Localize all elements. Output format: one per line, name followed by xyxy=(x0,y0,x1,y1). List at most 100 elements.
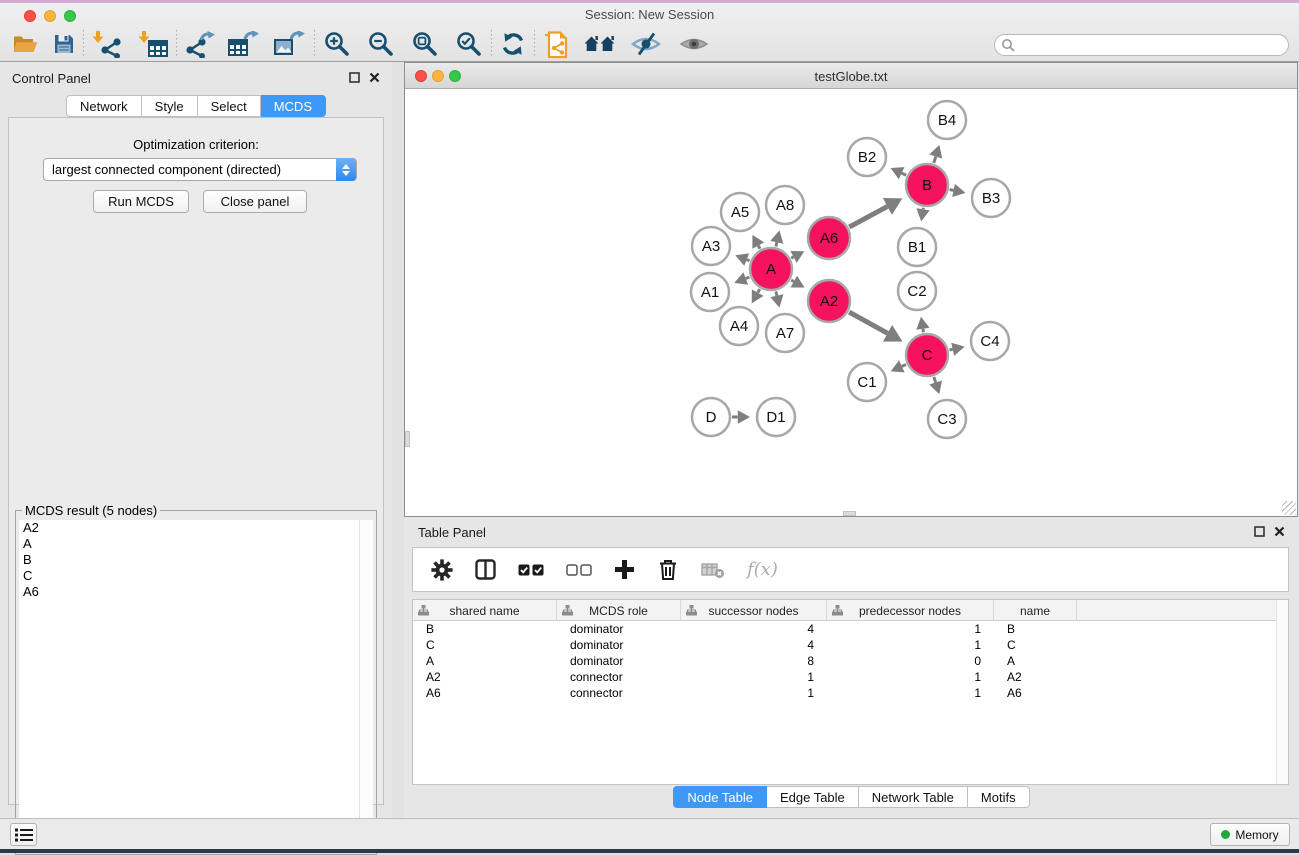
graph-edge[interactable] xyxy=(758,289,760,293)
tab-node-table[interactable]: Node Table xyxy=(673,786,767,808)
table-toolbar: f(x) xyxy=(412,547,1289,592)
graph-edge[interactable] xyxy=(902,173,907,175)
network-canvas[interactable]: B4B2BB3A5A8A6A3B1AA1C2A2A4A7C4CC1DD1C3 xyxy=(405,89,1297,516)
show-columns-icon[interactable] xyxy=(475,559,496,580)
mcds-result-item[interactable]: A xyxy=(19,536,359,552)
table-panel-title: Table Panel xyxy=(418,525,486,540)
zoom-selected-button[interactable] xyxy=(455,29,483,59)
tab-network[interactable]: Network xyxy=(66,95,142,117)
graph-edge[interactable] xyxy=(849,312,887,333)
graph-edge[interactable] xyxy=(949,349,952,350)
mcds-result-item[interactable]: A6 xyxy=(19,584,359,600)
export-table-button[interactable] xyxy=(228,29,260,59)
column-header-shared-name[interactable]: shared name xyxy=(413,600,557,621)
graph-edge[interactable] xyxy=(747,260,750,261)
graph-edge[interactable] xyxy=(934,157,936,164)
column-header-predecessor-nodes[interactable]: predecessor nodes xyxy=(827,600,994,621)
table-cell: dominator xyxy=(557,654,681,668)
graph-node-label: A6 xyxy=(820,230,838,247)
network-window-titlebar[interactable]: testGlobe.txt xyxy=(405,63,1297,89)
eye-icon xyxy=(678,32,710,56)
close-table-panel-icon[interactable] xyxy=(1274,526,1285,537)
show-all-networks-button[interactable] xyxy=(584,29,616,59)
add-column-icon[interactable] xyxy=(614,559,635,580)
graph-edge[interactable] xyxy=(902,364,906,366)
resize-grip-icon[interactable] xyxy=(1282,501,1296,515)
table-cell: 1 xyxy=(681,686,827,700)
graph-edge[interactable] xyxy=(950,190,954,191)
table-row[interactable]: A6connector11A6 xyxy=(413,685,1288,701)
save-session-button[interactable] xyxy=(53,29,75,59)
deselect-all-icon[interactable] xyxy=(566,564,592,576)
close-panel-icon[interactable] xyxy=(369,72,380,83)
export-image-icon xyxy=(274,31,306,58)
show-graphics-details-button[interactable] xyxy=(678,29,710,59)
search-input[interactable] xyxy=(994,34,1289,56)
run-mcds-button[interactable]: Run MCDS xyxy=(93,190,189,213)
table-cell: C xyxy=(413,638,557,652)
delete-column-icon[interactable] xyxy=(657,558,679,581)
table-scrollbar-track[interactable] xyxy=(1276,600,1288,784)
splitter-handle-bottom[interactable] xyxy=(843,511,856,516)
table-row[interactable]: Adominator80A xyxy=(413,653,1288,669)
zoom-fit-button[interactable] xyxy=(411,29,439,59)
result-scrollbar-track[interactable] xyxy=(360,520,373,851)
hide-graphics-details-button[interactable] xyxy=(630,29,662,59)
zoom-in-button[interactable] xyxy=(323,29,351,59)
float-table-panel-icon[interactable] xyxy=(1254,526,1265,537)
mcds-tab-content: Optimization criterion: largest connecte… xyxy=(8,117,384,805)
tab-mcds[interactable]: MCDS xyxy=(261,95,326,117)
refresh-icon xyxy=(500,31,526,57)
column-header-name[interactable]: name xyxy=(994,600,1077,621)
graph-edge[interactable] xyxy=(758,246,760,249)
table-row[interactable]: A2connector11A2 xyxy=(413,669,1288,685)
select-all-icon[interactable] xyxy=(518,564,544,576)
mcds-result-item[interactable]: C xyxy=(19,568,359,584)
mcds-result-item[interactable]: B xyxy=(19,552,359,568)
graph-edge[interactable] xyxy=(791,280,794,281)
graph-edge[interactable] xyxy=(776,291,777,295)
apply-layout-button[interactable] xyxy=(500,29,526,59)
export-network-button[interactable] xyxy=(185,29,216,59)
table-cell: 4 xyxy=(681,622,827,636)
task-list-icon xyxy=(15,828,33,842)
import-network-button[interactable] xyxy=(92,29,122,59)
task-history-button[interactable] xyxy=(10,823,37,846)
table-row[interactable]: Cdominator41C xyxy=(413,637,1288,653)
graph-edge[interactable] xyxy=(746,277,750,278)
import-table-button[interactable] xyxy=(138,29,168,59)
table-cell: A xyxy=(994,654,1077,668)
table-cell: dominator xyxy=(557,622,681,636)
tab-network-table[interactable]: Network Table xyxy=(859,786,968,808)
column-header-successor-nodes[interactable]: successor nodes xyxy=(681,600,827,621)
control-panel-title: Control Panel xyxy=(12,71,91,86)
graph-edge[interactable] xyxy=(849,206,887,227)
graph-edge[interactable] xyxy=(923,329,924,333)
new-network-from-selection-button[interactable] xyxy=(543,29,570,59)
float-panel-icon[interactable] xyxy=(349,72,360,83)
mcds-result-item[interactable]: A2 xyxy=(19,520,359,536)
graph-edge[interactable] xyxy=(934,377,936,383)
open-session-button[interactable] xyxy=(12,29,39,59)
table-row[interactable]: Bdominator41B xyxy=(413,621,1288,637)
graph-node-label: D xyxy=(706,409,717,426)
column-header-mcds-role[interactable]: MCDS role xyxy=(557,600,681,621)
graph-edge[interactable] xyxy=(791,257,793,258)
title-bar[interactable]: Session: New Session xyxy=(0,3,1299,26)
export-image-button[interactable] xyxy=(274,29,306,59)
close-panel-button[interactable]: Close panel xyxy=(203,190,307,213)
save-icon xyxy=(53,33,75,55)
criterion-select[interactable]: largest connected component (directed) xyxy=(43,158,357,181)
mcds-result-list[interactable]: A2ABCA6 xyxy=(19,520,360,851)
tab-edge-table[interactable]: Edge Table xyxy=(767,786,859,808)
table-settings-gear-icon[interactable] xyxy=(431,559,453,581)
graph-edge[interactable] xyxy=(776,242,777,246)
zoom-out-button[interactable] xyxy=(367,29,395,59)
graph-node-label: A xyxy=(766,261,776,278)
table-cell: A6 xyxy=(413,686,557,700)
memory-button[interactable]: Memory xyxy=(1210,823,1290,846)
tab-style[interactable]: Style xyxy=(142,95,198,117)
tab-select[interactable]: Select xyxy=(198,95,261,117)
tab-motifs[interactable]: Motifs xyxy=(968,786,1030,808)
splitter-handle-left[interactable] xyxy=(405,431,410,447)
